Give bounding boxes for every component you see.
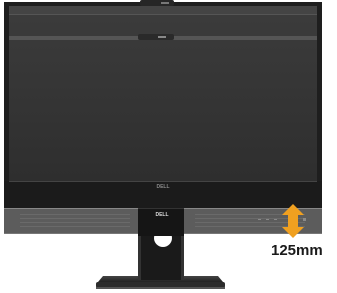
height-adjustment-label: 125mm — [271, 242, 323, 259]
bezel-logo: DELL — [155, 212, 168, 218]
monitor-logo: DELL — [156, 184, 169, 190]
monitor-body — [4, 0, 322, 208]
monitor-screen — [9, 6, 317, 181]
monitor-height-adjustment-illustration: DELL DELL 125mm — [0, 0, 337, 293]
